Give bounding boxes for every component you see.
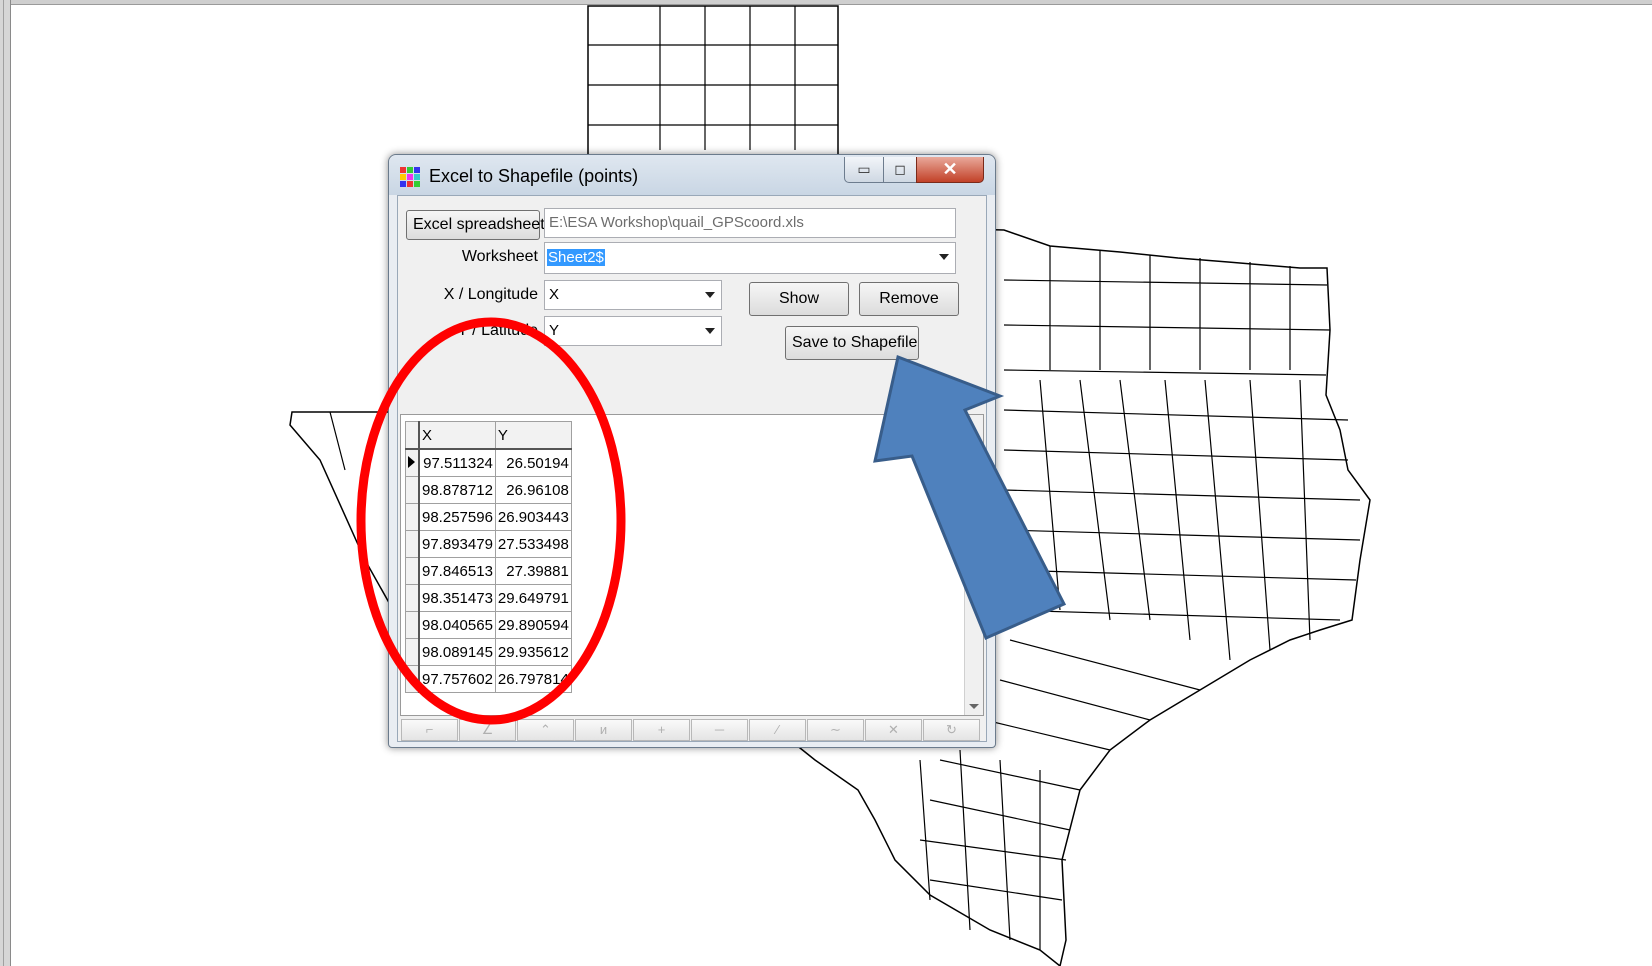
close-button[interactable]: ✕ bbox=[916, 157, 984, 183]
table-row[interactable]: 98.878712 26.96108 bbox=[405, 476, 572, 504]
row-indicator bbox=[405, 557, 420, 585]
y-latitude-combo[interactable]: Y bbox=[544, 316, 722, 346]
x-longitude-label: X / Longitude bbox=[443, 286, 538, 303]
title-bar[interactable]: Excel to Shapefile (points) ▭ ◻ ✕ bbox=[389, 155, 995, 195]
scroll-down-icon[interactable] bbox=[969, 704, 979, 709]
table-row[interactable]: 98.351473 29.649791 bbox=[405, 584, 572, 612]
close-icon: ✕ bbox=[942, 159, 958, 179]
worksheet-combo[interactable]: Sheet2$ bbox=[544, 242, 956, 274]
table-row[interactable]: 98.257596 26.903443 bbox=[405, 503, 572, 531]
cell-y[interactable]: 26.797814 bbox=[494, 665, 572, 693]
cell-x[interactable]: 97.846513 bbox=[418, 557, 496, 585]
row-indicator bbox=[405, 503, 420, 531]
rotate-icon[interactable]: ↻ bbox=[923, 719, 980, 741]
cell-x[interactable]: 98.257596 bbox=[418, 503, 496, 531]
cell-x[interactable]: 97.511324 bbox=[418, 448, 496, 477]
coordinates-grid[interactable]: X Y 97.511324 26.50194 98.878712 26.96108 … bbox=[405, 421, 572, 693]
grid-header-row: X Y bbox=[405, 421, 572, 450]
x-longitude-combo[interactable]: X bbox=[544, 280, 722, 310]
row-indicator bbox=[405, 476, 420, 504]
line-angle-icon[interactable]: ∠ bbox=[459, 719, 516, 741]
cell-y[interactable]: 27.533498 bbox=[494, 530, 572, 558]
chevron-down-icon bbox=[705, 292, 715, 298]
vertical-scrollbar[interactable] bbox=[964, 415, 983, 715]
maximize-button[interactable]: ◻ bbox=[883, 157, 917, 183]
dialog-client-area: Excel spreadsheet E:\ESA Workshop\quail_… bbox=[397, 195, 987, 742]
line-start-icon[interactable]: ⌐ bbox=[401, 719, 458, 741]
editing-toolbar: ⌐ ∠ ⌃ ᴎ + ─ ⁄ ∼ ✕ ↻ bbox=[401, 719, 981, 741]
cell-x[interactable]: 98.040565 bbox=[418, 611, 496, 639]
show-button[interactable]: Show bbox=[749, 282, 849, 316]
column-header-y[interactable]: Y bbox=[494, 421, 572, 450]
table-row[interactable]: 98.089145 29.935612 bbox=[405, 638, 572, 666]
cell-y[interactable]: 29.935612 bbox=[494, 638, 572, 666]
table-row[interactable]: 97.846513 27.39881 bbox=[405, 557, 572, 585]
table-row[interactable]: 97.757602 26.797814 bbox=[405, 665, 572, 693]
row-indicator bbox=[405, 584, 420, 612]
cell-x[interactable]: 98.089145 bbox=[418, 638, 496, 666]
crosshair-icon[interactable]: + bbox=[633, 719, 690, 741]
row-indicator bbox=[405, 638, 420, 666]
excel-path-field[interactable]: E:\ESA Workshop\quail_GPScoord.xls bbox=[544, 208, 956, 238]
hline-icon[interactable]: ─ bbox=[691, 719, 748, 741]
chevron-down-icon bbox=[705, 328, 715, 334]
maximize-icon: ◻ bbox=[894, 161, 906, 177]
excel-to-shapefile-dialog: Excel to Shapefile (points) ▭ ◻ ✕ Excel … bbox=[388, 154, 996, 748]
remove-button[interactable]: Remove bbox=[859, 282, 959, 316]
cell-y[interactable]: 26.50194 bbox=[494, 448, 572, 477]
cell-y[interactable]: 29.649791 bbox=[494, 584, 572, 612]
chevron-down-icon bbox=[939, 254, 949, 260]
cross-icon[interactable]: ✕ bbox=[865, 719, 922, 741]
excel-spreadsheet-button[interactable]: Excel spreadsheet bbox=[406, 210, 545, 240]
diagonal-icon[interactable]: ⁄ bbox=[749, 719, 806, 741]
cell-y[interactable]: 26.96108 bbox=[494, 476, 572, 504]
cell-y[interactable]: 26.903443 bbox=[494, 503, 572, 531]
window-title: Excel to Shapefile (points) bbox=[429, 166, 639, 186]
cell-x[interactable]: 97.893479 bbox=[418, 530, 496, 558]
worksheet-value: Sheet2$ bbox=[547, 249, 605, 266]
cell-x[interactable]: 98.878712 bbox=[418, 476, 496, 504]
curve-icon[interactable]: ∼ bbox=[807, 719, 864, 741]
cell-y[interactable]: 29.890594 bbox=[494, 611, 572, 639]
minimize-icon: ▭ bbox=[857, 161, 871, 177]
save-to-shapefile-button[interactable]: Save to Shapefile bbox=[785, 326, 919, 360]
row-indicator bbox=[405, 665, 420, 693]
column-header-x[interactable]: X bbox=[418, 421, 496, 450]
minimize-button[interactable]: ▭ bbox=[844, 157, 884, 183]
table-row[interactable]: 98.040565 29.890594 bbox=[405, 611, 572, 639]
y-latitude-label: Y / Latitude bbox=[457, 322, 538, 339]
table-row[interactable]: 97.893479 27.533498 bbox=[405, 530, 572, 558]
cell-x[interactable]: 97.757602 bbox=[418, 665, 496, 693]
current-row-pointer-icon bbox=[408, 455, 415, 468]
x-longitude-value: X bbox=[549, 286, 560, 303]
y-latitude-value: Y bbox=[549, 322, 560, 339]
row-indicator bbox=[405, 530, 420, 558]
cell-y[interactable]: 27.39881 bbox=[494, 557, 572, 585]
row-indicator bbox=[405, 611, 420, 639]
row-indicator bbox=[405, 448, 420, 477]
line-peak-icon[interactable]: ⌃ bbox=[517, 719, 574, 741]
table-row[interactable]: 97.511324 26.50194 bbox=[405, 448, 572, 477]
header-indicator bbox=[405, 421, 420, 450]
cell-x[interactable]: 98.351473 bbox=[418, 584, 496, 612]
app-icon bbox=[400, 167, 420, 187]
data-grid-area[interactable]: X Y 97.511324 26.50194 98.878712 26.96108 … bbox=[400, 414, 984, 716]
polyline-icon[interactable]: ᴎ bbox=[575, 719, 632, 741]
worksheet-label: Worksheet bbox=[461, 248, 538, 265]
